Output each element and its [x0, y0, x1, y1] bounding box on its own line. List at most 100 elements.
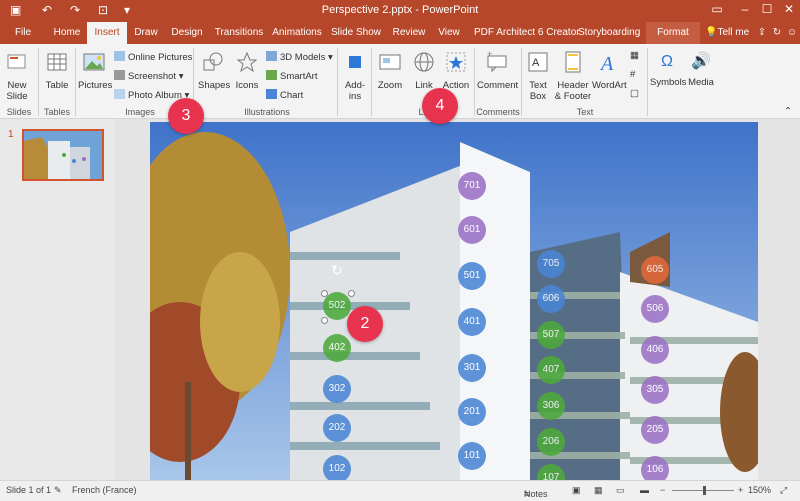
unit-badge[interactable]: 506 [641, 295, 669, 323]
3d-models-button[interactable]: 3D Models ▾ [266, 51, 333, 63]
media-label: Media [688, 77, 714, 88]
new-slide-label: New Slide [6, 80, 28, 102]
smartart-icon [266, 70, 277, 80]
unit-badge[interactable]: 705 [537, 250, 565, 278]
close-icon[interactable]: ✕ [779, 2, 799, 16]
speaker-icon: 🔊 [691, 53, 711, 70]
pictures-button[interactable]: Pictures [78, 50, 112, 91]
unit-badge[interactable]: 101 [458, 442, 486, 470]
tab-animations[interactable]: Animations [271, 22, 323, 44]
history-icon[interactable]: ↻ [770, 22, 784, 44]
rotate-handle-icon[interactable]: ↻ [331, 262, 343, 279]
unit-badge[interactable]: 201 [458, 398, 486, 426]
tab-slide-show[interactable]: Slide Show [330, 22, 382, 44]
slide-picture[interactable]: ↻ 701 601 501 401 301 201 101 502 402 30… [150, 122, 758, 480]
divider [337, 48, 338, 116]
unit-badge[interactable]: 601 [458, 216, 486, 244]
tell-me-label: Tell me [717, 27, 750, 38]
tab-storyboarding[interactable]: Storyboarding [578, 22, 640, 44]
tab-design[interactable]: Design [168, 22, 206, 44]
tab-pdf-architect[interactable]: PDF Architect 6 Creator [474, 22, 580, 44]
unit-badge[interactable]: 701 [458, 172, 486, 200]
add-ins-button[interactable]: Add- ins [341, 50, 369, 102]
unit-badge[interactable]: 102 [323, 455, 351, 480]
share-icon[interactable]: ⇪ [755, 22, 769, 44]
unit-badge[interactable]: 306 [537, 392, 565, 420]
tab-view[interactable]: View [434, 22, 464, 44]
unit-badge[interactable]: 507 [537, 321, 565, 349]
tab-draw[interactable]: Draw [130, 22, 162, 44]
zoom-in-button[interactable]: + [738, 485, 743, 495]
unit-badge[interactable]: 407 [537, 356, 565, 384]
date-time-icon[interactable]: ▦ [630, 50, 639, 61]
link-button[interactable]: Link [409, 50, 439, 91]
screenshot-button[interactable]: Screenshot ▾ [114, 70, 183, 82]
fit-slide-icon[interactable]: ⤢ [780, 485, 787, 496]
media-button[interactable]: 🔊 Media [686, 50, 716, 88]
text-box-button[interactable]: A Text Box [524, 50, 552, 102]
unit-badge[interactable]: 305 [641, 376, 669, 404]
unit-badge[interactable]: 206 [537, 428, 565, 456]
object-icon[interactable]: ▢ [630, 88, 639, 99]
online-pictures-label: Online Pictures [128, 52, 193, 63]
unit-badge[interactable]: 501 [458, 262, 486, 290]
selection-handle[interactable] [348, 290, 355, 297]
spell-check-icon[interactable]: ✎ [54, 485, 62, 496]
wordart-button[interactable]: A WordArt [592, 50, 627, 91]
divider [474, 48, 475, 116]
slideshow-icon[interactable]: ▬ [640, 485, 649, 495]
tab-file[interactable]: File [8, 22, 38, 44]
collapse-ribbon-icon[interactable]: ⌃ [784, 106, 792, 117]
lightbulb-icon: 💡 [705, 27, 718, 38]
symbols-button[interactable]: Ω Symbols [650, 50, 686, 88]
zoom-icon [379, 54, 401, 70]
slide-sorter-icon[interactable]: ▦ [594, 485, 603, 496]
unit-badge[interactable]: 202 [323, 414, 351, 442]
action-button[interactable]: Action [441, 50, 471, 91]
tab-insert[interactable]: Insert [87, 22, 127, 44]
tab-transitions[interactable]: Transitions [212, 22, 266, 44]
smiley-icon[interactable]: ☺ [785, 22, 799, 44]
online-pictures-button[interactable]: Online Pictures [114, 51, 192, 63]
maximize-icon[interactable]: ☐ [757, 2, 777, 16]
unit-badge[interactable]: 605 [641, 256, 669, 284]
unit-badge[interactable]: 205 [641, 416, 669, 444]
online-pictures-icon [114, 51, 125, 61]
group-illustrations-label: Illustrations [244, 107, 290, 117]
zoom-out-button[interactable]: − [660, 485, 665, 495]
3d-models-label: 3D Models [280, 52, 326, 63]
comment-button[interactable]: + Comment [477, 49, 518, 91]
header-footer-button[interactable]: Header & Footer [554, 50, 592, 102]
zoom-slider-thumb[interactable] [703, 486, 706, 495]
chart-button[interactable]: Chart [266, 89, 303, 101]
tell-me-search[interactable]: 💡Tell me [705, 22, 751, 44]
language-status[interactable]: French (France) [72, 485, 137, 495]
reading-view-icon[interactable]: ▭ [616, 485, 625, 496]
unit-badge[interactable]: 302 [323, 375, 351, 403]
new-slide-icon [7, 54, 26, 69]
unit-badge[interactable]: 406 [641, 336, 669, 364]
unit-badge[interactable]: 402 [323, 334, 351, 362]
unit-badge-selected[interactable]: 502 [323, 292, 351, 320]
zoom-button[interactable]: Zoom [374, 50, 406, 91]
minimize-icon[interactable]: – [735, 2, 755, 16]
smartart-button[interactable]: SmartArt [266, 70, 317, 82]
table-button[interactable]: Table [42, 50, 72, 91]
icons-button[interactable]: Icons [232, 50, 262, 91]
unit-badge[interactable]: 606 [537, 285, 565, 313]
zoom-level[interactable]: 150% [748, 485, 771, 495]
new-slide-button[interactable]: New Slide [2, 50, 32, 102]
unit-badge[interactable]: 106 [641, 456, 669, 480]
slide-number-icon[interactable]: # [630, 69, 635, 80]
unit-badge[interactable]: 301 [458, 354, 486, 382]
ribbon-options-icon[interactable]: ▭ [707, 2, 727, 16]
shapes-button[interactable]: Shapes [198, 50, 230, 91]
tab-format[interactable]: Format [646, 22, 700, 44]
slide-count: Slide 1 of 1 [6, 485, 52, 495]
unit-badge[interactable]: 401 [458, 308, 486, 336]
slide-thumbnail[interactable] [22, 129, 104, 181]
tab-review[interactable]: Review [390, 22, 428, 44]
tab-home[interactable]: Home [50, 22, 84, 44]
normal-view-icon[interactable]: ▣ [572, 485, 581, 496]
selection-handle[interactable] [321, 317, 328, 324]
